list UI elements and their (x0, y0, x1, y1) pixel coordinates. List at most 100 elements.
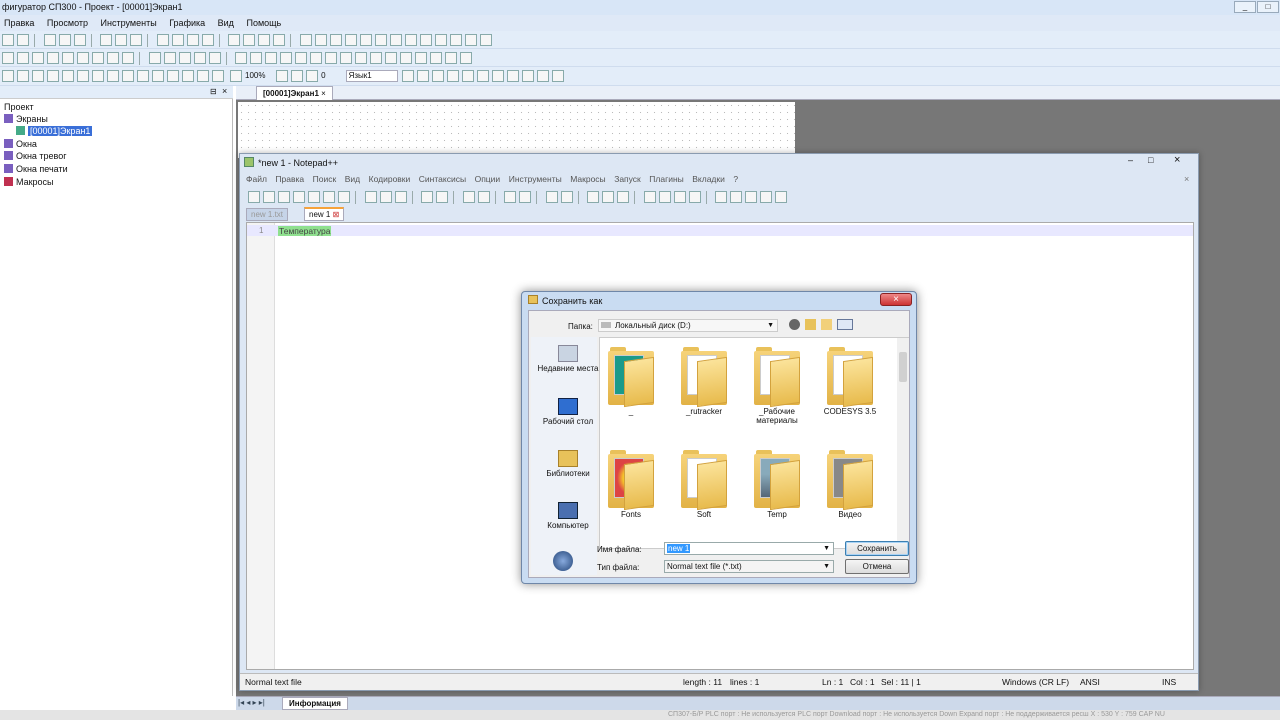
new-file-icon[interactable] (248, 191, 260, 203)
minimize-button[interactable]: _ (1234, 1, 1256, 13)
object-icon[interactable] (295, 52, 308, 64)
tab-new-1[interactable]: new 1 ⊠ (304, 207, 345, 221)
folder-item[interactable]: Fonts (596, 448, 666, 519)
record-icon[interactable] (258, 34, 271, 46)
display-icon[interactable] (404, 34, 417, 46)
chevron-down-icon[interactable]: ▼ (823, 543, 830, 554)
display-icon[interactable] (389, 34, 402, 46)
align-icon[interactable] (77, 70, 89, 82)
function-list-icon[interactable] (658, 191, 671, 203)
tool-icon[interactable] (522, 70, 535, 82)
align-icon[interactable] (167, 70, 179, 82)
object-icon[interactable] (325, 52, 338, 64)
rect-icon[interactable] (17, 52, 29, 64)
all-chars-icon[interactable] (602, 191, 615, 203)
place-libraries[interactable]: Библиотеки (533, 450, 603, 478)
find-icon[interactable] (462, 191, 475, 203)
object-icon[interactable] (310, 52, 323, 64)
npp-menu-plugins[interactable]: Плагины (649, 174, 683, 184)
align-icon[interactable] (2, 70, 14, 82)
object-icon[interactable] (355, 52, 368, 64)
save-icon[interactable] (278, 191, 290, 203)
stop-macro-icon[interactable] (730, 191, 743, 203)
save-macro-icon[interactable] (775, 191, 788, 203)
menu-edit[interactable]: Правка (4, 15, 34, 31)
display-icon[interactable] (359, 34, 372, 46)
sync-v-icon[interactable] (545, 191, 558, 203)
value-field[interactable]: 0 (321, 71, 343, 80)
object-icon[interactable] (370, 52, 383, 64)
roundrect-icon[interactable] (32, 52, 44, 64)
close-file-icon[interactable] (308, 191, 320, 203)
align-icon[interactable] (193, 52, 206, 64)
folder-item[interactable]: Soft (669, 448, 739, 519)
npp-menu-run[interactable]: Запуск (614, 174, 641, 184)
object-icon[interactable] (250, 52, 263, 64)
lamp-icon[interactable] (228, 34, 241, 46)
object-icon[interactable] (235, 52, 248, 64)
folder-item[interactable]: CODESYS 3.5 (815, 345, 885, 416)
close-all-icon[interactable] (323, 191, 335, 203)
filetype-select[interactable]: Normal text file (*.txt) ▼ (664, 560, 834, 573)
chart-icon[interactable] (479, 34, 492, 46)
shape-icon[interactable] (92, 52, 104, 64)
tree-item-screens[interactable]: Экраны (4, 114, 48, 124)
display-icon[interactable] (449, 34, 462, 46)
paste-icon[interactable] (73, 34, 86, 46)
object-icon[interactable] (460, 52, 473, 64)
display-icon[interactable] (374, 34, 387, 46)
play-macro-icon[interactable] (745, 191, 758, 203)
cut-icon[interactable] (43, 34, 56, 46)
text-icon[interactable] (201, 34, 214, 46)
shape-icon[interactable] (122, 52, 134, 64)
folder-item[interactable]: Temp (742, 448, 812, 519)
close-icon[interactable]: × (321, 89, 326, 98)
zoom-out-icon[interactable] (229, 70, 242, 82)
scrollbar-thumb[interactable] (899, 352, 907, 382)
font-icon[interactable] (402, 70, 415, 82)
folder-item[interactable]: _rutracker (669, 345, 739, 416)
npp-menu-macros[interactable]: Макросы (570, 174, 605, 184)
shape-icon[interactable] (107, 52, 119, 64)
maximize-button[interactable]: □ (1257, 1, 1279, 13)
menu-graphics[interactable]: Графика (169, 15, 205, 31)
tab-info[interactable]: Информация (282, 697, 348, 710)
object-icon[interactable] (445, 52, 458, 64)
align-icon[interactable] (122, 70, 134, 82)
pin-icon[interactable]: ⊟ (210, 87, 217, 96)
new-folder-icon[interactable] (821, 319, 832, 330)
doc-map-icon[interactable] (643, 191, 656, 203)
place-desktop[interactable]: Рабочий стол (533, 398, 603, 426)
close-icon[interactable]: × (222, 86, 227, 96)
network-icon[interactable] (553, 551, 573, 571)
object-icon[interactable] (430, 52, 443, 64)
redo-icon[interactable] (115, 34, 128, 46)
place-computer[interactable]: Компьютер (533, 502, 603, 530)
tree-item-windows[interactable]: Окна (4, 139, 37, 149)
cancel-button[interactable]: Отмена (845, 559, 909, 574)
copy-icon[interactable] (379, 191, 392, 203)
gear-icon[interactable] (243, 34, 256, 46)
tool-icon[interactable] (537, 70, 550, 82)
folder-item[interactable]: _Рабочие материалы (742, 345, 812, 425)
monitor-icon[interactable] (688, 191, 701, 203)
text-icon[interactable] (186, 34, 199, 46)
zoom-out-icon[interactable] (519, 191, 532, 203)
tool-icon[interactable] (552, 70, 565, 82)
new-icon[interactable] (2, 34, 14, 46)
tool-icon[interactable] (273, 34, 286, 46)
tree-item-macros[interactable]: Макросы (4, 177, 54, 187)
menu-tools[interactable]: Инструменты (101, 15, 157, 31)
align-icon[interactable] (92, 70, 104, 82)
tree-item-screen1[interactable]: [00001]Экран1 (16, 126, 93, 136)
save-button[interactable]: Сохранить (845, 541, 909, 556)
npp-menu-file[interactable]: Файл (246, 174, 267, 184)
text-icon[interactable] (156, 34, 169, 46)
editor-line-text[interactable]: Температура (278, 226, 332, 236)
align-icon[interactable] (208, 52, 221, 64)
align-icon[interactable] (32, 70, 44, 82)
folder-icon[interactable] (673, 191, 686, 203)
tool-icon[interactable] (447, 70, 460, 82)
display-icon[interactable] (314, 34, 327, 46)
display-icon[interactable] (419, 34, 432, 46)
